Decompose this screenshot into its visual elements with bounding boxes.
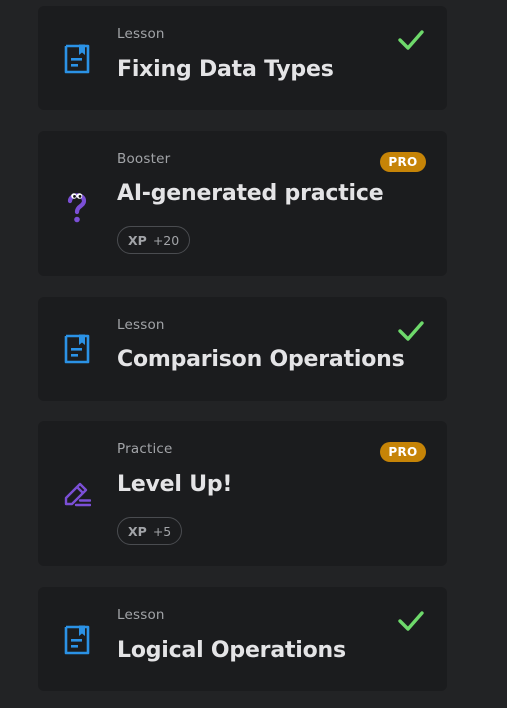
card-type-label: Practice (117, 441, 173, 457)
card-title: Comparison Operations (117, 347, 405, 372)
card-title: Logical Operations (117, 638, 346, 663)
card-type-label: Lesson (117, 26, 165, 42)
card-type-label: Booster (117, 151, 171, 167)
lesson-document-icon (63, 43, 91, 75)
completed-check-icon (397, 320, 425, 342)
lesson-document-icon (63, 333, 91, 365)
xp-chip: XP +20 (117, 226, 191, 254)
xp-label: XP (128, 523, 147, 539)
xp-value: +20 (152, 232, 180, 248)
xp-value: +5 (152, 523, 172, 539)
card-title: Level Up! (117, 472, 233, 497)
lesson-document-icon (63, 624, 91, 656)
card-type-label: Lesson (117, 607, 165, 623)
completed-check-icon (397, 610, 425, 632)
lesson-card[interactable]: Lesson Comparison Operations (38, 297, 447, 401)
lesson-card[interactable]: Lesson Fixing Data Types (38, 6, 447, 110)
pro-badge: PRO (380, 442, 426, 462)
pencil-icon (63, 479, 91, 511)
question-mark-icon (63, 189, 91, 223)
xp-chip: XP +5 (117, 517, 183, 545)
card-title: Fixing Data Types (117, 57, 334, 82)
completed-check-icon (397, 29, 425, 51)
pro-badge: PRO (380, 152, 426, 172)
card-title: AI-generated practice (117, 181, 384, 206)
card-type-label: Lesson (117, 317, 165, 333)
xp-label: XP (128, 232, 147, 248)
practice-card[interactable]: Practice PRO Level Up! XP +5 (38, 421, 447, 566)
lesson-card[interactable]: Lesson Logical Operations (38, 587, 447, 691)
lesson-list: Lesson Fixing Data Types Booster PRO AI-… (0, 0, 507, 708)
booster-card[interactable]: Booster PRO AI-generated practice XP +20 (38, 131, 447, 276)
